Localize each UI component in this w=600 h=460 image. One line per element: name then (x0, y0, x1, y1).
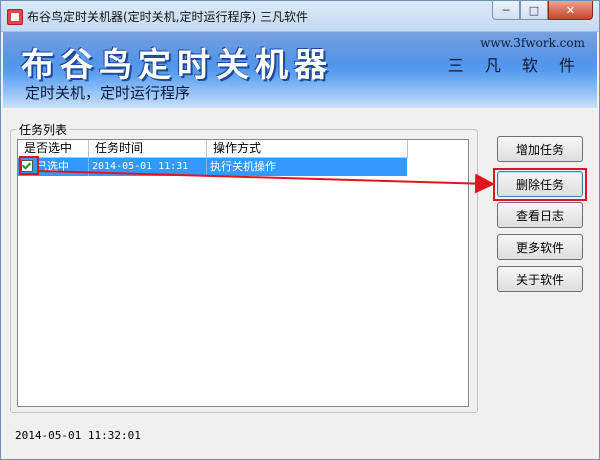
annotation-arrow (38, 170, 495, 194)
app-window: 布谷鸟定时关机器(定时关机,定时运行程序) 三凡软件 ─ □ ✕ 布谷鸟定时关机… (0, 0, 600, 460)
status-datetime: 2014-05-01 11:32:01 (15, 429, 141, 442)
annotation-arrow-line (38, 170, 495, 194)
